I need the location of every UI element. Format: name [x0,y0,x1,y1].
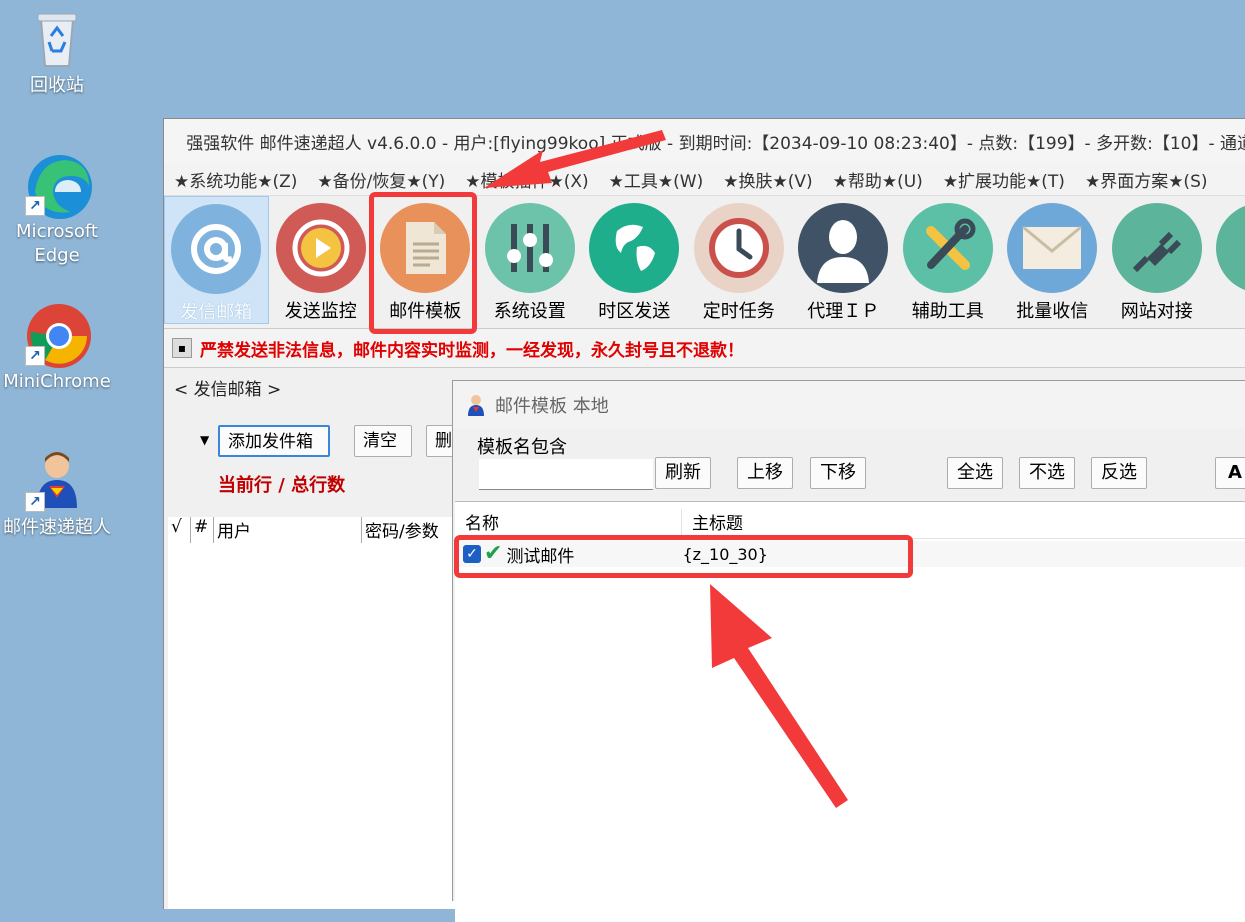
annotation-arrow-icon [0,0,1245,894]
